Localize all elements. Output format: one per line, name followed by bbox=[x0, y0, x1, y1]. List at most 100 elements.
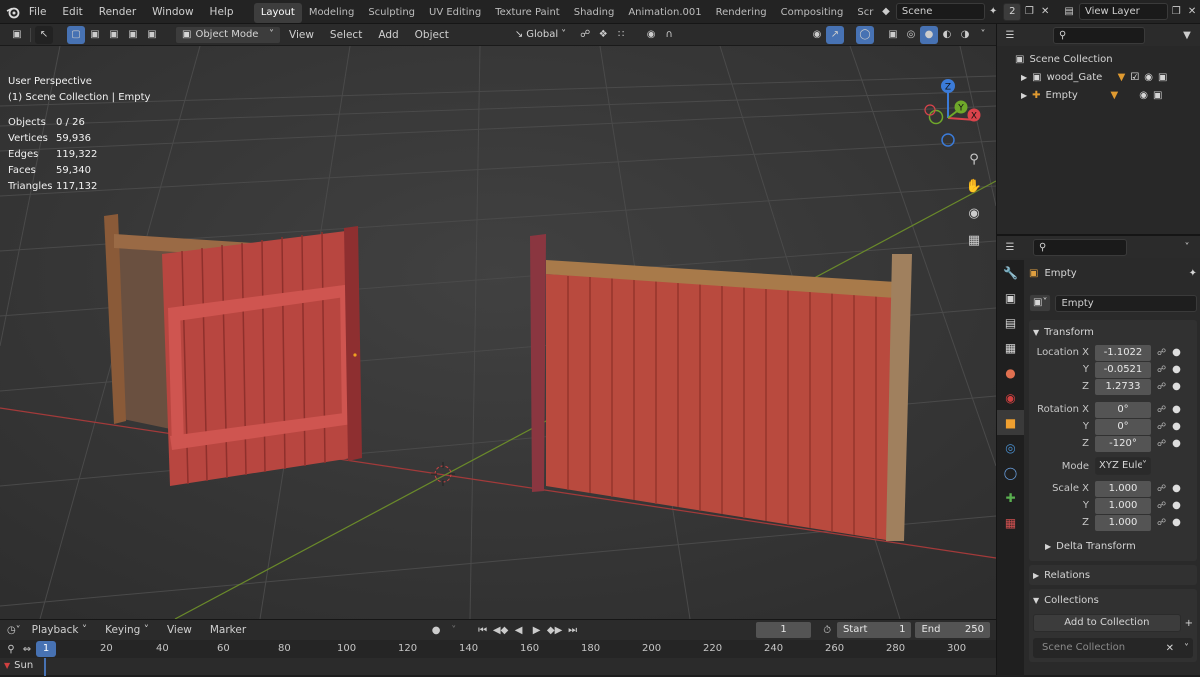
snap-icon[interactable]: ❖ bbox=[594, 26, 612, 44]
keyframe-dot-icon[interactable]: ● bbox=[1172, 404, 1181, 415]
object-name-field[interactable]: Empty bbox=[1055, 294, 1197, 312]
lock-icon[interactable]: ☍ bbox=[1157, 405, 1166, 415]
timeline-menu-marker[interactable]: Marker bbox=[202, 618, 254, 642]
keyframe-dot-icon[interactable]: ● bbox=[1172, 517, 1181, 528]
lock-icon[interactable]: ☍ bbox=[1157, 501, 1166, 511]
chevron-down-icon[interactable]: ˅ bbox=[1178, 238, 1196, 256]
filter-icon[interactable]: ▼ bbox=[1178, 26, 1196, 44]
menu-edit[interactable]: Edit bbox=[54, 0, 90, 24]
tab-animation[interactable]: Animation.001 bbox=[621, 3, 708, 23]
timeline-ruler[interactable]: ⚲ ⇔ 1 20 40 60 80 100 120 140 160 180 20… bbox=[0, 640, 996, 658]
tab-sculpting[interactable]: Sculpting bbox=[361, 3, 422, 23]
ortho-grid-icon[interactable]: ▦ bbox=[965, 231, 983, 249]
select-intersect-icon[interactable]: ▣ bbox=[143, 26, 161, 44]
pan-hand-icon[interactable]: ✋ bbox=[965, 177, 983, 195]
header-menu-object[interactable]: Object bbox=[407, 23, 457, 47]
outliner-search-input[interactable]: ⚲ bbox=[1053, 26, 1145, 44]
shading-options-icon[interactable]: ˅ bbox=[974, 26, 992, 44]
scene-selector-icon[interactable]: ◆ bbox=[878, 3, 894, 21]
view-layer-field[interactable]: View Layer bbox=[1078, 3, 1169, 20]
header-menu-add[interactable]: Add bbox=[370, 23, 406, 47]
pivot-icon[interactable]: ☍ bbox=[576, 26, 594, 44]
delta-transform-header[interactable]: ▶ Delta Transform bbox=[1033, 537, 1193, 555]
collection-name-field[interactable]: Scene Collection bbox=[1037, 639, 1162, 657]
xray-icon[interactable]: ▣ bbox=[884, 26, 902, 44]
collections-panel-header[interactable]: ▼ Collections bbox=[1033, 592, 1193, 608]
timeline-menu-playback[interactable]: Playback ˅ bbox=[24, 618, 95, 642]
scene-users-count[interactable]: 2 bbox=[1003, 2, 1022, 21]
next-keyframe-icon[interactable]: ◆▶ bbox=[546, 621, 564, 639]
overlay-toggle-icon[interactable]: ◯ bbox=[856, 25, 874, 44]
keyframe-dot-icon[interactable]: ● bbox=[1172, 483, 1181, 494]
world-tab-icon[interactable]: ◉ bbox=[997, 385, 1024, 410]
render-camera-icon[interactable]: ▣ bbox=[1158, 72, 1167, 83]
transform-panel-header[interactable]: ▼ Transform bbox=[1033, 324, 1193, 340]
eye-icon[interactable]: ◉ bbox=[1144, 72, 1153, 83]
scene-name-field[interactable]: Scene bbox=[895, 3, 986, 20]
camera-icon[interactable]: ◉ bbox=[965, 204, 983, 222]
outliner-item-wood-gate[interactable]: ▶ ▣ wood_Gate ▼ ☑ ◉ ▣ bbox=[1015, 68, 1200, 86]
snap-target-icon[interactable]: ∷ bbox=[612, 26, 630, 44]
outliner-scene-collection[interactable]: ▣ Scene Collection bbox=[1015, 50, 1200, 68]
lock-icon[interactable]: ☍ bbox=[1157, 484, 1166, 494]
close-icon[interactable]: ✕ bbox=[1166, 643, 1174, 654]
relations-panel-header[interactable]: ▶ Relations bbox=[1029, 565, 1197, 585]
proportional-edit-icon[interactable]: ◉ bbox=[642, 26, 660, 44]
orientation-dropdown[interactable]: ↘ Global ˅ bbox=[515, 29, 566, 40]
jump-end-icon[interactable]: ⏭ bbox=[564, 621, 582, 639]
select-extend-icon[interactable]: ▣ bbox=[86, 26, 104, 44]
timeline-menu-keying[interactable]: Keying ˅ bbox=[97, 618, 157, 642]
location-z-field[interactable]: 1.2733 bbox=[1095, 378, 1151, 395]
tab-rendering[interactable]: Rendering bbox=[709, 3, 774, 23]
constraints-tab-icon[interactable]: ◯ bbox=[997, 460, 1024, 485]
rotation-mode-dropdown[interactable]: XYZ Eule ˅ bbox=[1095, 457, 1151, 475]
lock-icon[interactable]: ☍ bbox=[1157, 518, 1166, 528]
properties-search-input[interactable]: ⚲ bbox=[1033, 238, 1127, 256]
auto-key-options-icon[interactable]: ˅ bbox=[446, 621, 462, 639]
select-tool-icon[interactable]: ↖ bbox=[35, 25, 53, 44]
physics-tab-icon[interactable]: ◎ bbox=[997, 435, 1024, 460]
tab-uv-editing[interactable]: UV Editing bbox=[422, 3, 488, 23]
lock-icon[interactable]: ☍ bbox=[1157, 382, 1166, 392]
location-y-field[interactable]: -0.0521 bbox=[1095, 361, 1151, 378]
keyframe-dot-icon[interactable]: ● bbox=[1172, 381, 1181, 392]
copy-scene-icon[interactable]: ❐ bbox=[1021, 3, 1037, 21]
keyframe-dot-icon[interactable]: ● bbox=[1172, 438, 1181, 449]
pin-icon[interactable]: ✦ bbox=[1189, 268, 1197, 279]
keyframe-dot-icon[interactable]: ● bbox=[1172, 421, 1181, 432]
object-browse-icon[interactable]: ▣˅ bbox=[1029, 294, 1052, 312]
zoom-icon[interactable]: ⚲ bbox=[965, 150, 983, 168]
select-new-icon[interactable]: ▢ bbox=[67, 25, 85, 44]
header-menu-select[interactable]: Select bbox=[322, 23, 370, 47]
tab-shading[interactable]: Shading bbox=[567, 3, 622, 23]
texture-tab-icon[interactable]: ▦ bbox=[997, 510, 1024, 535]
shading-solid-icon[interactable]: ● bbox=[920, 25, 938, 44]
scale-y-field[interactable]: 1.000 bbox=[1095, 497, 1151, 514]
current-frame-field[interactable]: 1 bbox=[755, 622, 812, 638]
close-scene-icon[interactable]: ✕ bbox=[1037, 3, 1053, 21]
outliner-item-empty[interactable]: ▶ ✚ Empty ▼ ◉ ▣ bbox=[1015, 86, 1200, 104]
menu-render[interactable]: Render bbox=[91, 0, 144, 24]
outliner-editor-icon[interactable]: ☰ bbox=[1001, 26, 1019, 44]
shading-material-icon[interactable]: ◐ bbox=[938, 26, 956, 44]
shading-wireframe-icon[interactable]: ◎ bbox=[902, 26, 920, 44]
chevron-down-icon[interactable]: ˅ bbox=[1184, 643, 1189, 654]
menu-file[interactable]: File bbox=[21, 0, 55, 24]
tab-compositing[interactable]: Compositing bbox=[774, 3, 851, 23]
jump-start-icon[interactable]: ⏮ bbox=[474, 621, 492, 639]
stopwatch-icon[interactable]: ⏱ bbox=[819, 621, 835, 639]
keyframe-dot-icon[interactable]: ● bbox=[1172, 364, 1181, 375]
render-tab-icon[interactable]: ▣ bbox=[997, 285, 1024, 310]
tab-modeling[interactable]: Modeling bbox=[302, 3, 362, 23]
tab-texture-paint[interactable]: Texture Paint bbox=[488, 3, 567, 23]
lock-icon[interactable]: ☍ bbox=[1157, 348, 1166, 358]
play-reverse-icon[interactable]: ◀ bbox=[510, 621, 528, 639]
tab-layout[interactable]: Layout bbox=[253, 2, 302, 23]
3d-viewport[interactable]: User Perspective (1) Scene Collection | … bbox=[0, 46, 996, 619]
checkbox-icon[interactable]: ☑ bbox=[1130, 72, 1139, 83]
navigation-gizmo[interactable]: Z Y X bbox=[908, 74, 988, 154]
select-invert-icon[interactable]: ▣ bbox=[124, 26, 142, 44]
plus-icon[interactable]: + bbox=[1185, 618, 1193, 629]
blender-logo-icon[interactable] bbox=[5, 3, 21, 21]
tab-scripting[interactable]: Scrip bbox=[850, 3, 874, 23]
